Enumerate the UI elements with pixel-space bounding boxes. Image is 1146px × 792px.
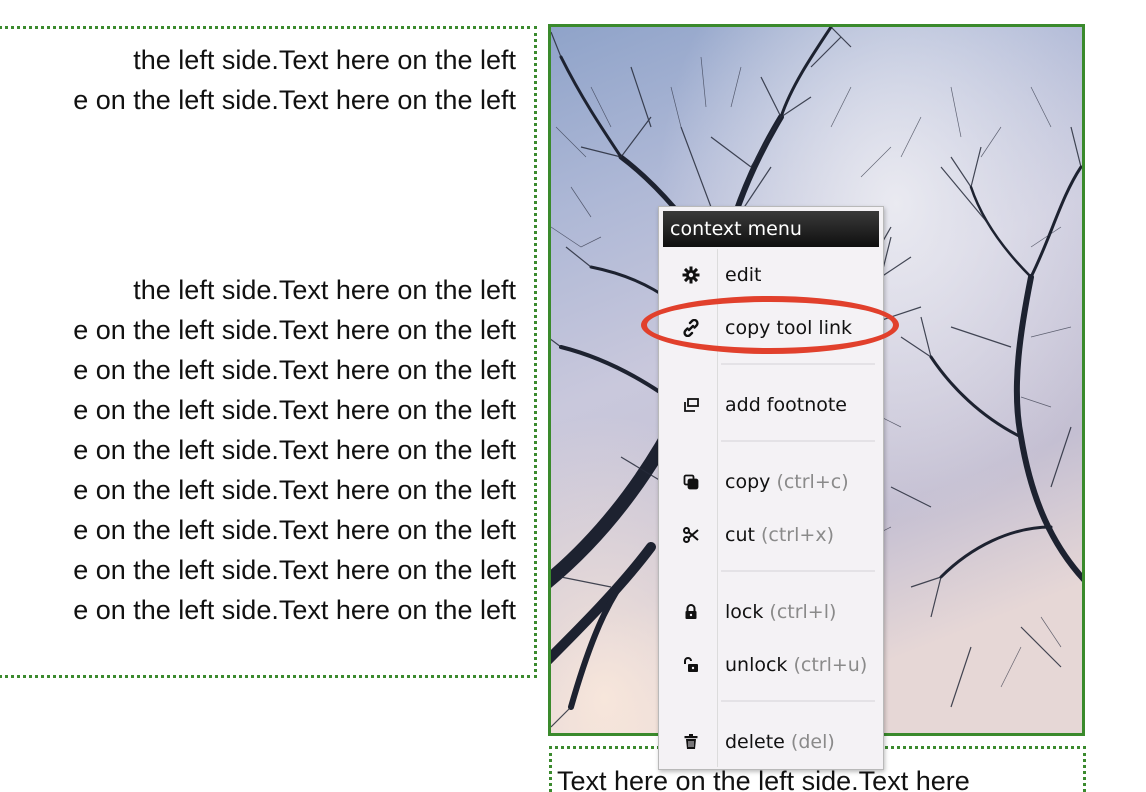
text-line: e on the left side.Text here on the left xyxy=(73,315,516,345)
menu-item-label: delete (del) xyxy=(725,731,835,753)
menu-item-label: copy (ctrl+c) xyxy=(725,471,849,493)
text-line: e on the left side.Text here on the left xyxy=(73,85,516,115)
text-line: e on the left side.Text here on the left xyxy=(73,595,516,625)
menu-item-edit[interactable]: edit xyxy=(663,253,879,297)
menu-item-label: cut (ctrl+x) xyxy=(725,524,834,546)
text-line: e on the left side.Text here on the left xyxy=(73,555,516,585)
menu-item-copy-tool-link[interactable]: copy tool link xyxy=(663,306,879,350)
text-line: e on the left side.Text here on the left xyxy=(73,515,516,545)
menu-item-label: add footnote xyxy=(725,394,847,416)
shortcut-hint: (del) xyxy=(790,731,835,753)
page: the left side.Text here on the left e on… xyxy=(0,0,1146,792)
context-menu: context menu edit copy tool link add foo… xyxy=(658,206,884,770)
text-line: the left side.Text here on the left xyxy=(133,45,516,75)
menu-item-label: lock (ctrl+l) xyxy=(725,601,837,623)
copy-icon xyxy=(679,470,703,494)
trash-icon xyxy=(679,730,703,754)
menu-item-unlock[interactable]: unlock (ctrl+u) xyxy=(663,643,879,687)
unlock-icon xyxy=(679,653,703,677)
menu-separator xyxy=(721,570,875,572)
menu-separator xyxy=(721,363,875,365)
link-icon xyxy=(679,316,703,340)
text-line: e on the left side.Text here on the left xyxy=(73,355,516,385)
menu-item-label: unlock (ctrl+u) xyxy=(725,654,868,676)
text-line: e on the left side.Text here on the left xyxy=(73,435,516,465)
text-line: e on the left side.Text here on the left xyxy=(73,475,516,505)
shortcut-hint: (ctrl+l) xyxy=(769,601,837,623)
menu-item-lock[interactable]: lock (ctrl+l) xyxy=(663,590,879,634)
menu-item-cut[interactable]: cut (ctrl+x) xyxy=(663,513,879,557)
menu-item-delete[interactable]: delete (del) xyxy=(663,720,879,764)
text-line: e on the left side.Text here on the left xyxy=(73,395,516,425)
menu-separator xyxy=(721,440,875,442)
menu-item-label: edit xyxy=(725,264,762,286)
shortcut-hint: (ctrl+c) xyxy=(776,471,849,493)
menu-item-label: copy tool link xyxy=(725,317,853,339)
context-menu-title: context menu xyxy=(663,211,879,247)
text-line: the left side.Text here on the left xyxy=(133,275,516,305)
scissors-icon xyxy=(679,523,703,547)
menu-item-add-footnote[interactable]: add footnote xyxy=(663,383,879,427)
gear-icon xyxy=(679,263,703,287)
left-text-box[interactable]: the left side.Text here on the left e on… xyxy=(0,26,537,678)
shortcut-hint: (ctrl+u) xyxy=(793,654,868,676)
menu-item-copy[interactable]: copy (ctrl+c) xyxy=(663,460,879,504)
footnote-icon xyxy=(679,393,703,417)
lock-icon xyxy=(679,600,703,624)
shortcut-hint: (ctrl+x) xyxy=(761,524,834,546)
menu-separator xyxy=(721,700,875,702)
